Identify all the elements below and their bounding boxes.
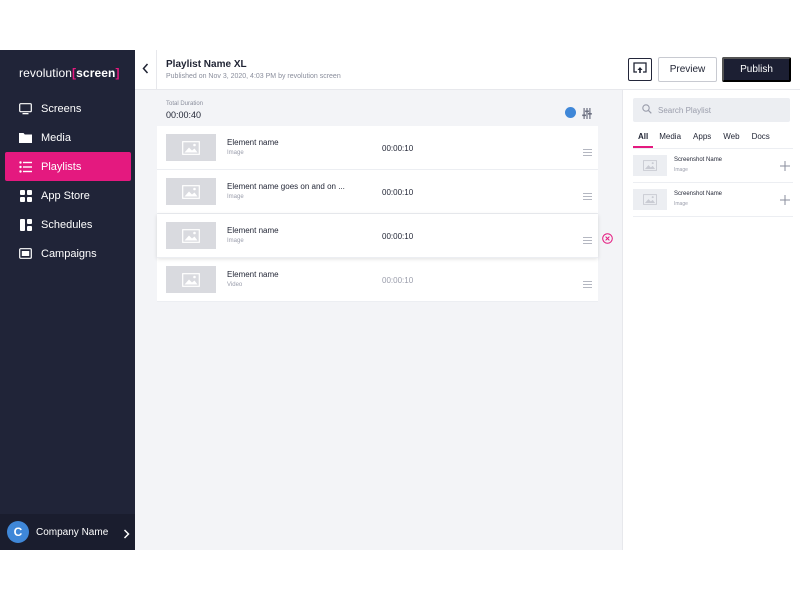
playlist-icon: [19, 160, 32, 173]
element-name: Element name: [227, 226, 279, 235]
drag-handle-icon[interactable]: [583, 275, 592, 293]
element-type: Video: [227, 282, 243, 288]
logo-word: screen: [76, 66, 116, 80]
element-type: Image: [227, 238, 244, 244]
chevron-right-icon: [123, 526, 130, 544]
publish-info: Published on Nov 3, 2020, 4:03 PM by rev…: [166, 73, 341, 80]
table-row[interactable]: Element name Image 00:00:10: [157, 126, 598, 170]
tab-apps[interactable]: Apps: [687, 130, 717, 148]
element-name: Element name: [227, 138, 279, 147]
cast-button[interactable]: [628, 58, 652, 81]
sidebar-item-label: Schedules: [41, 218, 93, 231]
item-type: Image: [674, 201, 688, 207]
element-name: Element name: [227, 270, 279, 279]
campaign-icon: [19, 247, 32, 260]
schedule-icon: [19, 218, 32, 231]
element-duration[interactable]: 00:00:10: [382, 276, 413, 285]
cast-icon: [633, 61, 647, 79]
tab-all[interactable]: All: [633, 130, 654, 148]
company-switcher[interactable]: C Company Name: [0, 514, 135, 550]
image-placeholder-icon: [166, 178, 216, 205]
remove-element-icon[interactable]: [602, 231, 613, 244]
sidebar-item-screens[interactable]: Screens: [0, 94, 135, 123]
element-list: Element name Image 00:00:10 Element name…: [157, 126, 613, 302]
monitor-icon: [19, 102, 32, 115]
status-dot-button[interactable]: [565, 107, 576, 118]
sidebar-nav: Screens Media Playlists App Store Schedu…: [0, 94, 135, 268]
search-icon: [642, 101, 652, 119]
avatar: C: [7, 521, 29, 543]
grid-icon: [19, 189, 32, 202]
item-name: Screenshot Name: [674, 157, 723, 163]
list-item[interactable]: Screenshot Name Image: [633, 149, 793, 183]
item-name: Screenshot Name: [674, 191, 723, 197]
image-placeholder-icon: [633, 189, 667, 210]
playlist-editor: Total Duration 00:00:40 Element name Ima…: [135, 90, 622, 550]
folder-icon: [19, 131, 32, 144]
element-duration[interactable]: 00:00:10: [382, 188, 413, 197]
back-button[interactable]: [135, 50, 157, 90]
sidebar-item-label: App Store: [41, 189, 90, 202]
page-header: Playlist Name XL Published on Nov 3, 202…: [135, 50, 800, 90]
drag-handle-icon[interactable]: [583, 231, 592, 249]
publish-button[interactable]: Publish: [722, 57, 791, 82]
drag-handle-icon[interactable]: [583, 187, 592, 205]
element-name: Element name goes on and on ...: [227, 182, 345, 191]
sidebar-item-campaigns[interactable]: Campaigns: [0, 239, 135, 268]
sidebar-item-media[interactable]: Media: [0, 123, 135, 152]
brand-logo[interactable]: revolution[screen]: [19, 66, 120, 80]
table-row[interactable]: Element name Video 00:00:10: [157, 258, 598, 302]
add-icon[interactable]: [779, 193, 791, 205]
preview-button[interactable]: Preview: [658, 57, 717, 82]
chevron-left-icon: [142, 61, 149, 79]
library-panel: All Media Apps Web Docs Screenshot Name …: [622, 90, 800, 550]
logo-bracket-close: ]: [115, 66, 120, 80]
image-placeholder-icon: [166, 222, 216, 249]
drag-handle-icon[interactable]: [583, 143, 592, 161]
sidebar-item-label: Campaigns: [41, 247, 97, 260]
library-tabs: All Media Apps Web Docs: [633, 130, 793, 148]
search-box: [633, 98, 790, 122]
image-placeholder-icon: [166, 134, 216, 161]
element-duration[interactable]: 00:00:10: [382, 232, 413, 241]
element-type: Image: [227, 194, 244, 200]
sidebar-item-app-store[interactable]: App Store: [0, 181, 135, 210]
sidebar-item-label: Playlists: [41, 160, 82, 173]
element-type: Image: [227, 150, 244, 156]
sidebar-item-schedules[interactable]: Schedules: [0, 210, 135, 239]
tab-media[interactable]: Media: [653, 130, 687, 148]
company-name: Company Name: [36, 526, 109, 538]
list-item[interactable]: Screenshot Name Image: [633, 183, 793, 217]
add-icon[interactable]: [779, 159, 791, 171]
tab-docs[interactable]: Docs: [746, 130, 776, 148]
sidebar-item-playlists[interactable]: Playlists: [5, 152, 131, 181]
total-duration-value: 00:00:40: [166, 110, 202, 120]
page-title: Playlist Name XL: [166, 59, 247, 70]
table-row[interactable]: Element name Image 00:00:10: [157, 214, 613, 258]
tab-web[interactable]: Web: [717, 130, 745, 148]
image-placeholder-icon: [633, 155, 667, 176]
item-type: Image: [674, 167, 688, 173]
search-input[interactable]: [658, 105, 778, 115]
element-duration[interactable]: 00:00:10: [382, 144, 413, 153]
settings-sliders-icon[interactable]: [582, 106, 592, 124]
total-duration-label: Total Duration: [166, 101, 204, 107]
logo-prefix: revolution: [19, 66, 73, 80]
image-placeholder-icon: [166, 266, 216, 293]
app-window: revolution[screen] Screens Media Playlis…: [0, 50, 800, 550]
table-row[interactable]: Element name goes on and on ... Image 00…: [157, 170, 598, 214]
sidebar-item-label: Media: [41, 131, 71, 144]
sidebar-item-label: Screens: [41, 102, 82, 115]
library-list: Screenshot Name Image Screenshot Name Im…: [633, 148, 793, 217]
sidebar: revolution[screen] Screens Media Playlis…: [0, 50, 135, 550]
